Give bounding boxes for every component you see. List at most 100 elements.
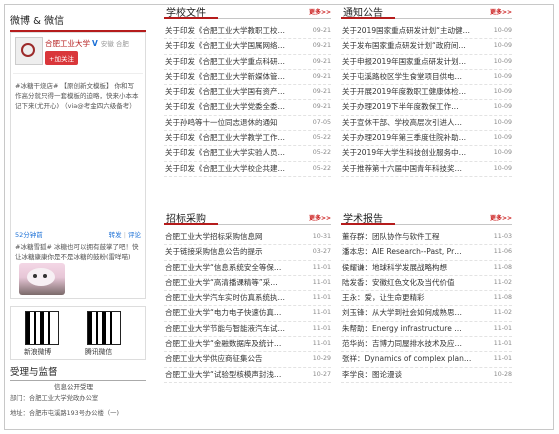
post-time-link[interactable]: 52分钟前: [15, 231, 43, 239]
list-item[interactable]: 范华尚：吉博力同屋排水技术及应… 11-01: [341, 337, 512, 353]
follow-button[interactable]: +加关注: [45, 51, 78, 65]
university-logo-icon[interactable]: [15, 37, 43, 65]
list-item[interactable]: 陆发香：安徽红色文化及当代价值 11-02: [341, 276, 512, 292]
notices-more-link[interactable]: 更多>>: [490, 7, 512, 16]
item-title-link[interactable]: 关于2019国家重点研发计划“主动健…: [342, 24, 480, 37]
item-title-link[interactable]: 王永：爱，让生命更精彩: [342, 291, 480, 304]
item-title-link[interactable]: 关于办理2019下半年度教保工作…: [342, 100, 480, 113]
list-item[interactable]: 关于发布国家重点研发计划“政府间… 10-09: [341, 39, 512, 55]
item-title-link[interactable]: 关于印发《合肥工业大学重点科研…: [165, 55, 300, 68]
item-title-link[interactable]: 关于办理2019年第三季度住院补助…: [342, 131, 480, 144]
list-item[interactable]: 合肥工业大学“试验型核模声封浅… 10-27: [164, 368, 331, 383]
item-title-link[interactable]: 关于开展2019年度教职工健康体检…: [342, 85, 480, 98]
item-title-link[interactable]: 关于2019年大学生科技创业服务中…: [342, 146, 480, 159]
list-item[interactable]: 关于印发《合肥工业大学校企共建… 05-22: [164, 162, 331, 177]
weibo-post-image[interactable]: [19, 263, 65, 295]
item-title-link[interactable]: 合肥工业大学“信息系统安全等保…: [165, 261, 300, 274]
school-docs-more-link[interactable]: 更多>>: [309, 7, 331, 16]
item-title-link[interactable]: 侯耀谦：地球科学发展战略构想: [342, 261, 480, 274]
account-location: 安徽 合肥: [100, 40, 129, 48]
item-title-link[interactable]: 合肥工业大学“电力电子快速仿真…: [165, 306, 300, 319]
item-title-link[interactable]: 关于印发《合肥工业大学国有资产…: [165, 85, 300, 98]
list-item[interactable]: 刘玉锋：从大学到社会如何成熟思… 11-02: [341, 306, 512, 322]
item-title-link[interactable]: 合肥工业大学节能与智能液汽车试…: [165, 322, 300, 335]
list-item[interactable]: 李学良：图论漫谈 10-28: [341, 368, 512, 383]
procurement-more-link[interactable]: 更多>>: [309, 213, 331, 222]
item-title-link[interactable]: 关于印发《合肥工业大学实验人员…: [165, 146, 300, 159]
item-date: 10-09: [493, 88, 512, 96]
item-title-link[interactable]: 董存群：团队协作与软件工程: [342, 230, 480, 243]
item-title-link[interactable]: 关于申报2019年国家重点研发计划…: [342, 55, 480, 68]
item-title-link[interactable]: 关于发布国家重点研发计划“政府间…: [342, 39, 480, 52]
list-item[interactable]: 关于印发《合肥工业大学新媒体管… 09-21: [164, 70, 331, 86]
list-item[interactable]: 合肥工业大学供应商征集公告 10-29: [164, 352, 331, 368]
item-title-link[interactable]: 关于印发《合肥工业大学新媒体管…: [165, 70, 300, 83]
list-item[interactable]: 关于孙鸣等十一位同志退休的通知 07-05: [164, 116, 331, 132]
item-title-link[interactable]: 关于印发《合肥工业大学校企共建…: [165, 162, 300, 175]
list-item[interactable]: 关于开展2019年度教职工健康体检… 10-09: [341, 85, 512, 101]
list-item[interactable]: 关于印发《合肥工业大学国有资产… 09-21: [164, 85, 331, 101]
weibo-qr-label[interactable]: 新浪微博: [24, 346, 51, 356]
item-title-link[interactable]: 关于印发《合肥工业大学教学工作…: [165, 131, 300, 144]
reports-more-link[interactable]: 更多>>: [490, 213, 512, 222]
list-item[interactable]: 关于2019国家重点研发计划“主动健… 10-09: [341, 24, 512, 40]
item-title-link[interactable]: 朱帮助：Energy infrastructure …: [342, 322, 480, 335]
item-title-link[interactable]: 关于链接采购信息公告的提示: [165, 245, 300, 258]
list-item[interactable]: 合肥工业大学“电力电子快速仿真… 11-01: [164, 306, 331, 322]
list-item[interactable]: 关于印发《合肥工业大学重点科研… 09-21: [164, 55, 331, 70]
list-item[interactable]: 关于屯溪路校区学生食堂项目供电… 10-09: [341, 70, 512, 86]
item-date: 03-27: [312, 248, 331, 256]
item-title-link[interactable]: 范华尚：吉博力同屋排水技术及应…: [342, 337, 480, 350]
item-title-link[interactable]: 关于印发《合肥工业大学国属网络…: [165, 39, 300, 52]
item-date: 10-09: [493, 134, 512, 142]
list-item[interactable]: 关于链接采购信息公告的提示 03-27: [164, 245, 331, 261]
item-title-link[interactable]: 刘玉锋：从大学到社会如何成熟思…: [342, 306, 480, 319]
supervision-subtitle[interactable]: 信息公开受理: [54, 381, 93, 391]
comment-link[interactable]: 评论: [128, 231, 141, 239]
list-item[interactable]: 关于印发《合肥工业大学教职工校… 09-21: [164, 24, 331, 40]
item-date: 10-29: [312, 355, 331, 363]
list-item[interactable]: 朱帮助：Energy infrastructure … 11-01: [341, 322, 512, 338]
list-item[interactable]: 合肥工业大学汽车实时仿真系统执… 11-01: [164, 291, 331, 307]
list-item[interactable]: 侯耀谦：地球科学发展战略构想 11-08: [341, 261, 512, 276]
list-item[interactable]: 关于办理2019年第三季度住院补助… 10-09: [341, 131, 512, 147]
item-title-link[interactable]: 关于印发《合肥工业大学党委全委…: [165, 100, 300, 113]
item-title-link[interactable]: 张祥：Dynamics of complex plan…: [342, 352, 480, 365]
item-title-link[interactable]: 关于推荐第十六届中国青年科技奖…: [342, 162, 480, 175]
list-item[interactable]: 关于推荐第十六届中国青年科技奖… 10-09: [341, 162, 512, 177]
item-title-link[interactable]: 合肥工业大学招标采购信息网: [165, 230, 300, 243]
item-title-link[interactable]: 合肥工业大学“高清播课精等”采…: [165, 276, 300, 289]
list-item[interactable]: 合肥工业大学“高清播课精等”采… 11-01: [164, 276, 331, 292]
wechat-qr-label[interactable]: 腾讯微信: [85, 346, 112, 356]
item-title-link[interactable]: 合肥工业大学“金融数据库及统计…: [165, 337, 300, 350]
weibo-account-name[interactable]: 合肥工业大学 V 安徽 合肥: [45, 38, 129, 49]
list-item[interactable]: 董存群：团队协作与软件工程 11-03: [341, 230, 512, 246]
item-title-link[interactable]: 合肥工业大学“试验型核模声封浅…: [165, 368, 300, 381]
repost-link[interactable]: 转发: [109, 231, 122, 239]
list-item[interactable]: 合肥工业大学“金融数据库及统计… 11-01: [164, 337, 331, 353]
list-item[interactable]: 合肥工业大学节能与智能液汽车试… 11-01: [164, 322, 331, 338]
item-title-link[interactable]: 李学良：图论漫谈: [342, 368, 480, 381]
list-item[interactable]: 合肥工业大学“信息系统安全等保… 11-01: [164, 261, 331, 276]
list-item[interactable]: 合肥工业大学招标采购信息网 10-31: [164, 230, 331, 246]
list-item[interactable]: 关于印发《合肥工业大学党委全委… 09-21: [164, 100, 331, 116]
item-title-link[interactable]: 陆发香：安徽红色文化及当代价值: [342, 276, 480, 289]
item-title-link[interactable]: 关于宣休干部、学校高层次引进人…: [342, 116, 480, 129]
list-item[interactable]: 王永：爱，让生命更精彩 11-08: [341, 291, 512, 307]
list-item[interactable]: 张祥：Dynamics of complex plan… 11-01: [341, 352, 512, 368]
item-title-link[interactable]: 关于屯溪路校区学生食堂项目供电…: [342, 70, 480, 83]
item-title-link[interactable]: 合肥工业大学供应商征集公告: [165, 352, 300, 365]
list-item[interactable]: 关于印发《合肥工业大学教学工作… 05-22: [164, 131, 331, 147]
list-item[interactable]: 关于申报2019年国家重点研发计划… 10-09: [341, 55, 512, 70]
item-title-link[interactable]: 关于孙鸣等十一位同志退休的通知: [165, 116, 300, 129]
list-item[interactable]: 关于宣休干部、学校高层次引进人… 10-09: [341, 116, 512, 132]
list-item[interactable]: 关于2019年大学生科技创业服务中… 10-09: [341, 146, 512, 162]
item-title-link[interactable]: 合肥工业大学汽车实时仿真系统执…: [165, 291, 300, 304]
item-title-link[interactable]: 潘本忠：AIE Research--Past, Pr…: [342, 245, 480, 258]
reports-header: 学术报告 更多>>: [341, 210, 512, 225]
list-item[interactable]: 关于印发《合肥工业大学实验人员… 05-22: [164, 146, 331, 162]
list-item[interactable]: 关于办理2019下半年度教保工作… 10-09: [341, 100, 512, 116]
list-item[interactable]: 潘本忠：AIE Research--Past, Pr… 11-06: [341, 245, 512, 261]
item-title-link[interactable]: 关于印发《合肥工业大学教职工校…: [165, 24, 300, 37]
list-item[interactable]: 关于印发《合肥工业大学国属网络… 09-21: [164, 39, 331, 55]
